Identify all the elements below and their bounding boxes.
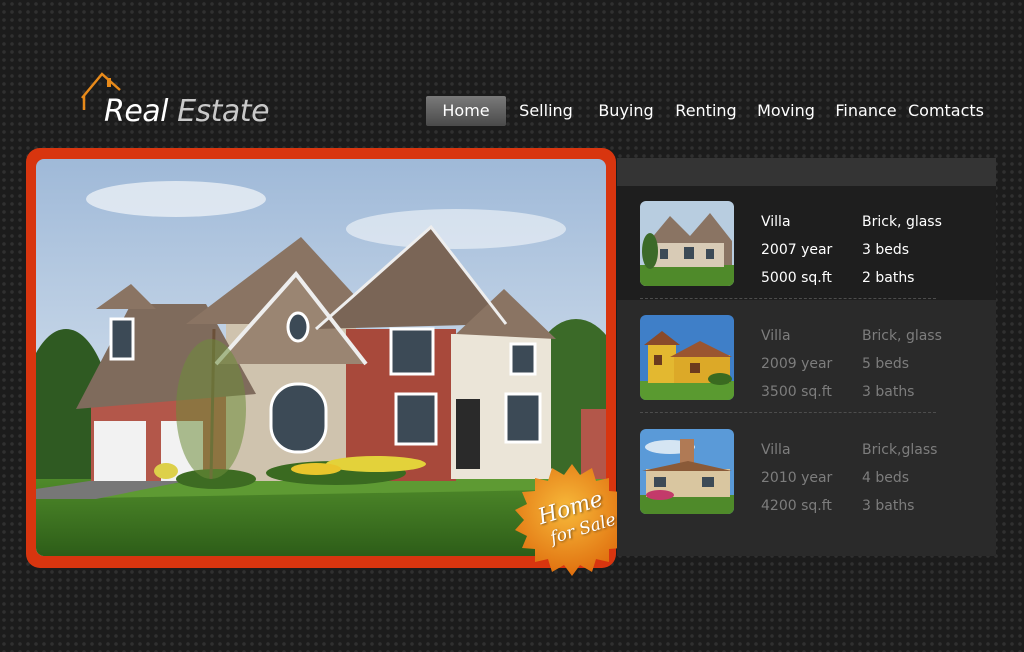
- listing-info-right: Brick, glass 5 beds 3 baths: [862, 322, 942, 406]
- home-for-sale-badge: Home for Sale: [510, 462, 634, 578]
- nav-buying[interactable]: Buying: [592, 96, 660, 126]
- listing-year: 2010 year: [761, 470, 833, 486]
- listing-baths: 3 baths: [862, 384, 915, 400]
- listing-type: Villa: [761, 328, 791, 344]
- nav-selling[interactable]: Selling: [512, 96, 580, 126]
- listing-info-right: Brick, glass 3 beds 2 baths: [862, 208, 942, 292]
- listings-panel-header: [617, 158, 996, 186]
- listing-beds: 3 beds: [862, 242, 910, 258]
- nav-contacts[interactable]: Comtacts: [906, 96, 986, 126]
- main-nav: Home Selling Buying Renting Moving Finan…: [0, 96, 1024, 126]
- listing-area: 3500 sq.ft: [761, 384, 832, 400]
- listing-area: 5000 sq.ft: [761, 270, 832, 286]
- listing-year: 2009 year: [761, 356, 833, 372]
- listing-item[interactable]: Villa 2009 year 3500 sq.ft Brick, glass …: [617, 300, 996, 414]
- nav-renting[interactable]: Renting: [670, 96, 742, 126]
- listing-info-right: Brick,glass 4 beds 3 baths: [862, 436, 937, 520]
- listing-thumbnail[interactable]: [640, 201, 734, 286]
- listing-info-left: Villa 2010 year 4200 sq.ft: [761, 436, 832, 520]
- listing-thumbnail[interactable]: [640, 315, 734, 400]
- listing-material: Brick, glass: [862, 328, 942, 344]
- listing-beds: 5 beds: [862, 356, 910, 372]
- listing-item[interactable]: Villa 2010 year 4200 sq.ft Brick,glass 4…: [617, 414, 996, 528]
- nav-finance[interactable]: Finance: [830, 96, 902, 126]
- nav-moving[interactable]: Moving: [752, 96, 820, 126]
- listing-baths: 2 baths: [862, 270, 915, 286]
- listing-year: 2007 year: [761, 242, 833, 258]
- listing-baths: 3 baths: [862, 498, 915, 514]
- listing-divider: [640, 412, 936, 413]
- listing-thumbnail[interactable]: [640, 429, 734, 514]
- listing-material: Brick, glass: [862, 214, 942, 230]
- listing-beds: 4 beds: [862, 470, 910, 486]
- listing-type: Villa: [761, 214, 791, 230]
- listing-divider: [640, 298, 936, 299]
- nav-home[interactable]: Home: [426, 96, 506, 126]
- listing-info-left: Villa 2009 year 3500 sq.ft: [761, 322, 832, 406]
- listing-item[interactable]: Villa 2007 year 5000 sq.ft Brick, glass …: [617, 186, 996, 300]
- listing-area: 4200 sq.ft: [761, 498, 832, 514]
- listing-info-left: Villa 2007 year 5000 sq.ft: [761, 208, 832, 292]
- listing-material: Brick,glass: [862, 442, 938, 458]
- listings-panel: Villa 2007 year 5000 sq.ft Brick, glass …: [617, 158, 996, 556]
- listing-type: Villa: [761, 442, 791, 458]
